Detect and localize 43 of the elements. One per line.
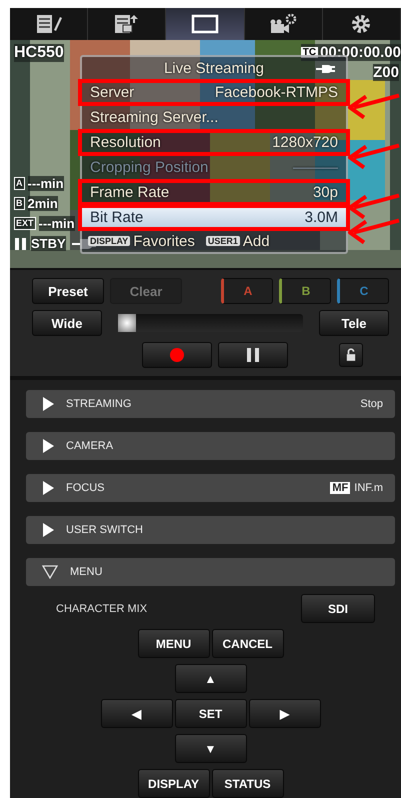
down-button[interactable]: ▼ xyxy=(174,734,246,763)
left-button[interactable]: ◀ xyxy=(100,699,172,728)
focus-mode-badge: MF xyxy=(330,482,350,494)
remaining-time: ---min xyxy=(28,176,64,191)
key-hint: Favorites xyxy=(133,232,195,250)
section-header[interactable]: USER SWITCH xyxy=(26,516,395,544)
key-hint: Add xyxy=(242,232,270,250)
section-status: INF.m xyxy=(354,482,383,494)
section-header[interactable]: STREAMING Stop xyxy=(26,390,395,418)
status-button[interactable]: STATUS xyxy=(212,769,284,798)
output-button[interactable]: SDI xyxy=(301,594,375,623)
section-header[interactable]: CAMERA xyxy=(26,432,395,460)
remaining-time: ---min xyxy=(38,216,75,231)
media-slot-badge: EXT xyxy=(14,217,36,230)
wide-button[interactable]: Wide xyxy=(32,310,102,336)
menu-button[interactable]: MENU xyxy=(138,629,210,658)
key-badge: USER1 xyxy=(206,236,240,246)
cancel-button[interactable]: CANCEL xyxy=(212,629,284,658)
timecode: 00:00:00.00 xyxy=(320,44,401,61)
key-badge: DISPLAY xyxy=(88,236,130,246)
record-status: STBY xyxy=(31,236,66,251)
camera-model: HC550 xyxy=(14,44,64,62)
zoom-position: Z00 xyxy=(373,64,399,81)
menu-item[interactable]: Server Facebook-RTMPS xyxy=(82,80,346,105)
media-slot-badge: B xyxy=(14,197,24,210)
timecode-badge: TC xyxy=(300,47,318,58)
setting-label: CHARACTER MIX xyxy=(56,602,148,614)
section-header[interactable]: MENU xyxy=(26,558,395,586)
preset-button[interactable]: Preset xyxy=(32,278,104,304)
remaining-time: 2min xyxy=(28,196,58,211)
menu-title: Live Streaming xyxy=(164,60,264,77)
menu-item[interactable]: Resolution 1280x720 xyxy=(82,130,346,155)
display-button[interactable]: DISPLAY xyxy=(138,769,210,798)
media-slot-badge: A xyxy=(14,177,24,190)
up-button[interactable]: ▲ xyxy=(174,664,246,693)
menu-item[interactable]: Streaming Server... xyxy=(82,105,346,130)
memory-button[interactable]: C xyxy=(337,278,389,304)
set-button[interactable]: SET xyxy=(174,699,246,728)
tele-button[interactable]: Tele xyxy=(319,310,389,336)
section-header[interactable]: FOCUS MF INF.m xyxy=(26,474,395,502)
section-status: Stop xyxy=(360,398,383,410)
right-button[interactable]: ▶ xyxy=(248,699,320,728)
memory-button[interactable]: B xyxy=(279,278,331,304)
